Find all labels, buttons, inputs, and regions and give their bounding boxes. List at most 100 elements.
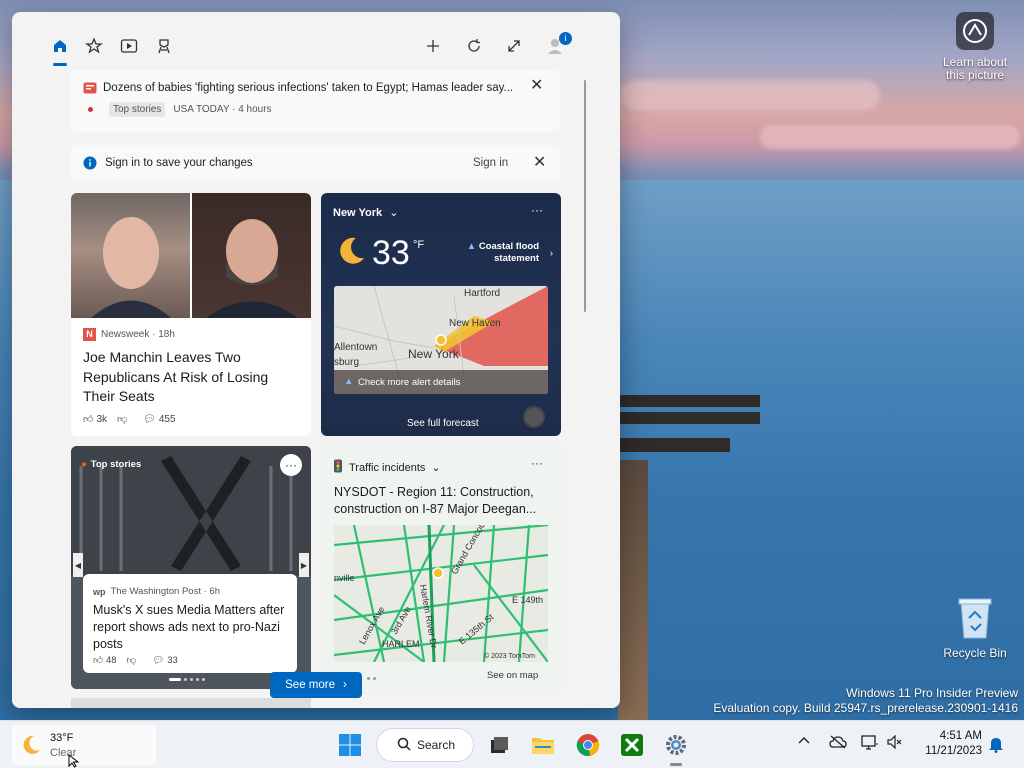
live-dot-icon (88, 107, 93, 112)
news-icon (83, 81, 97, 99)
notification-bell-icon[interactable] (988, 735, 1004, 758)
file-explorer-button[interactable] (528, 730, 558, 760)
settings-button[interactable] (661, 730, 691, 760)
weather-alert-text: Coastal flood statement (478, 241, 539, 264)
taskbar-weather-widget[interactable]: 33°F Clear (12, 725, 156, 765)
chevron-down-icon: ⌄ (431, 462, 441, 474)
avatar[interactable] (523, 406, 545, 428)
widgets-scrollbar[interactable] (584, 80, 586, 312)
add-icon[interactable] (423, 36, 443, 56)
traffic-card[interactable]: Traffic incidents ⌄ ··· NYSDOT - Region … (321, 446, 561, 689)
folder-icon (532, 738, 554, 754)
learn-about-picture-label: Learn about this picture (942, 55, 1008, 82)
taskbar-search[interactable]: Search (376, 728, 474, 762)
video-icon[interactable] (119, 36, 139, 56)
refresh-icon[interactable] (464, 36, 484, 56)
alert-icon: ▲ (344, 376, 354, 387)
see-on-map-link[interactable]: See on map (487, 670, 538, 681)
comment-icon: 💬︎ (152, 654, 165, 666)
see-full-forecast-link[interactable]: See full forecast (407, 418, 479, 429)
thumbs-up-icon: 👍︎ (93, 655, 103, 666)
traffic-headline[interactable]: NYSDOT - Region 11: Construction, constr… (334, 484, 550, 518)
signin-text: Sign in to save your changes (105, 157, 253, 169)
top-stories-label: ● Top stories (81, 459, 141, 470)
xbox-button[interactable] (617, 730, 647, 760)
check-alert-details-label: Check more alert details (358, 377, 461, 388)
task-view-button[interactable] (484, 730, 514, 760)
like-button[interactable]: 👍︎ 48 (93, 654, 117, 667)
recycle-bin-label: Recycle Bin (943, 646, 1007, 660)
story-headline[interactable]: Musk's X sues Media Matters after report… (93, 602, 289, 653)
close-icon[interactable]: ✕ (533, 155, 546, 171)
clock-date: 11/21/2023 (925, 745, 982, 757)
article-source: N Newsweek · 18h (83, 328, 175, 341)
pager-dot[interactable] (196, 678, 199, 681)
thumbs-down-icon[interactable]: 👎︎ (127, 654, 137, 666)
story-source-text: The Washington Post · 6h (110, 586, 220, 597)
recycle-bin[interactable]: Recycle Bin (942, 596, 1008, 660)
top-stories-label-text: Top stories (90, 459, 142, 470)
chrome-button[interactable] (573, 730, 603, 760)
sports-icon[interactable] (154, 36, 174, 56)
story-source: wp The Washington Post · 6h (93, 586, 220, 597)
story-card[interactable]: wp The Washington Post · 6h Musk's X sue… (83, 574, 297, 673)
thumbs-down-icon[interactable]: 👎︎ (117, 413, 127, 425)
more-options-icon[interactable]: ··· (280, 454, 302, 476)
more-options-icon[interactable]: ··· (531, 203, 543, 217)
map-label: New York (408, 347, 460, 361)
chevron-right-icon: › (549, 248, 553, 259)
weather-card[interactable]: New York ⌄ ··· 33 °F ▲ Coastal flood sta… (321, 193, 561, 436)
weather-location[interactable]: New York ⌄ (333, 206, 398, 219)
top-news-banner[interactable]: Dozens of babies 'fighting serious infec… (71, 70, 560, 132)
comment-button[interactable]: 💬︎ 455 (143, 414, 175, 425)
map-label: Hartford (464, 288, 500, 299)
taskbar-weather-temp: 33°F (50, 732, 74, 744)
weather-alert-map[interactable]: Hartford New Haven Allentown New York sb… (334, 286, 548, 394)
pager-dot[interactable] (202, 678, 205, 681)
onedrive-offline-icon[interactable] (829, 735, 847, 752)
comment-count: 455 (158, 413, 176, 425)
favorites-icon[interactable] (84, 36, 104, 56)
more-options-icon[interactable]: ··· (531, 456, 543, 470)
learn-about-picture[interactable]: Learn about this picture (940, 12, 1010, 82)
see-more-button[interactable]: See more › (270, 672, 362, 698)
traffic-header[interactable]: Traffic incidents ⌄ (333, 459, 441, 476)
volume-muted-icon[interactable] (887, 734, 903, 752)
news-banner-meta: Top stories USA TODAY · 4 hours (88, 102, 272, 117)
signin-link[interactable]: Sign in (473, 157, 508, 169)
taskbar-clock[interactable]: 4:51 AM 11/21/2023 (912, 729, 982, 759)
chevron-right-icon: › (343, 679, 347, 691)
close-icon[interactable]: ✕ (530, 78, 543, 94)
moon-icon (20, 734, 42, 761)
pager-dot[interactable] (184, 678, 187, 681)
info-icon (83, 156, 97, 175)
weather-unit: °F (413, 239, 425, 251)
wallpaper-pier (618, 460, 648, 720)
chrome-icon (576, 734, 600, 757)
top-stories-card[interactable]: ● Top stories ··· ◀ ▶ wp The Washington … (71, 446, 311, 689)
traffic-map[interactable]: Harlem River Dr Grand Concourse E 149th … (334, 525, 548, 662)
like-button[interactable]: 👍︎ 3k (83, 413, 107, 426)
comment-button[interactable]: 💬︎ 33 (152, 654, 178, 666)
home-icon[interactable] (50, 36, 70, 56)
search-icon (397, 737, 411, 754)
pager-dot[interactable] (367, 677, 370, 680)
news-banner-title[interactable]: Dozens of babies 'fighting serious infec… (103, 82, 523, 94)
weather-location-text: New York (333, 207, 383, 219)
map-label: nville (334, 573, 355, 583)
pager-dot[interactable] (190, 678, 193, 681)
news-article-card[interactable]: N Newsweek · 18h Joe Manchin Leaves Two … (71, 193, 311, 436)
carousel-next-icon[interactable]: ▶ (299, 553, 309, 577)
chevron-up-icon[interactable] (798, 735, 810, 750)
start-button[interactable] (335, 730, 365, 760)
check-alert-details-button[interactable]: ▲ Check more alert details (334, 370, 548, 394)
weather-alert[interactable]: ▲ Coastal flood statement › (461, 241, 553, 265)
expand-icon[interactable] (504, 36, 524, 56)
carousel-prev-icon[interactable]: ◀ (73, 553, 83, 577)
network-icon[interactable] (861, 735, 879, 754)
article-source-text: Newsweek · 18h (101, 329, 175, 340)
pager-dot[interactable] (373, 677, 376, 680)
pager-dot[interactable] (169, 678, 181, 681)
article-headline[interactable]: Joe Manchin Leaves Two Republicans At Ri… (83, 348, 299, 407)
chevron-down-icon: ⌄ (389, 207, 399, 219)
